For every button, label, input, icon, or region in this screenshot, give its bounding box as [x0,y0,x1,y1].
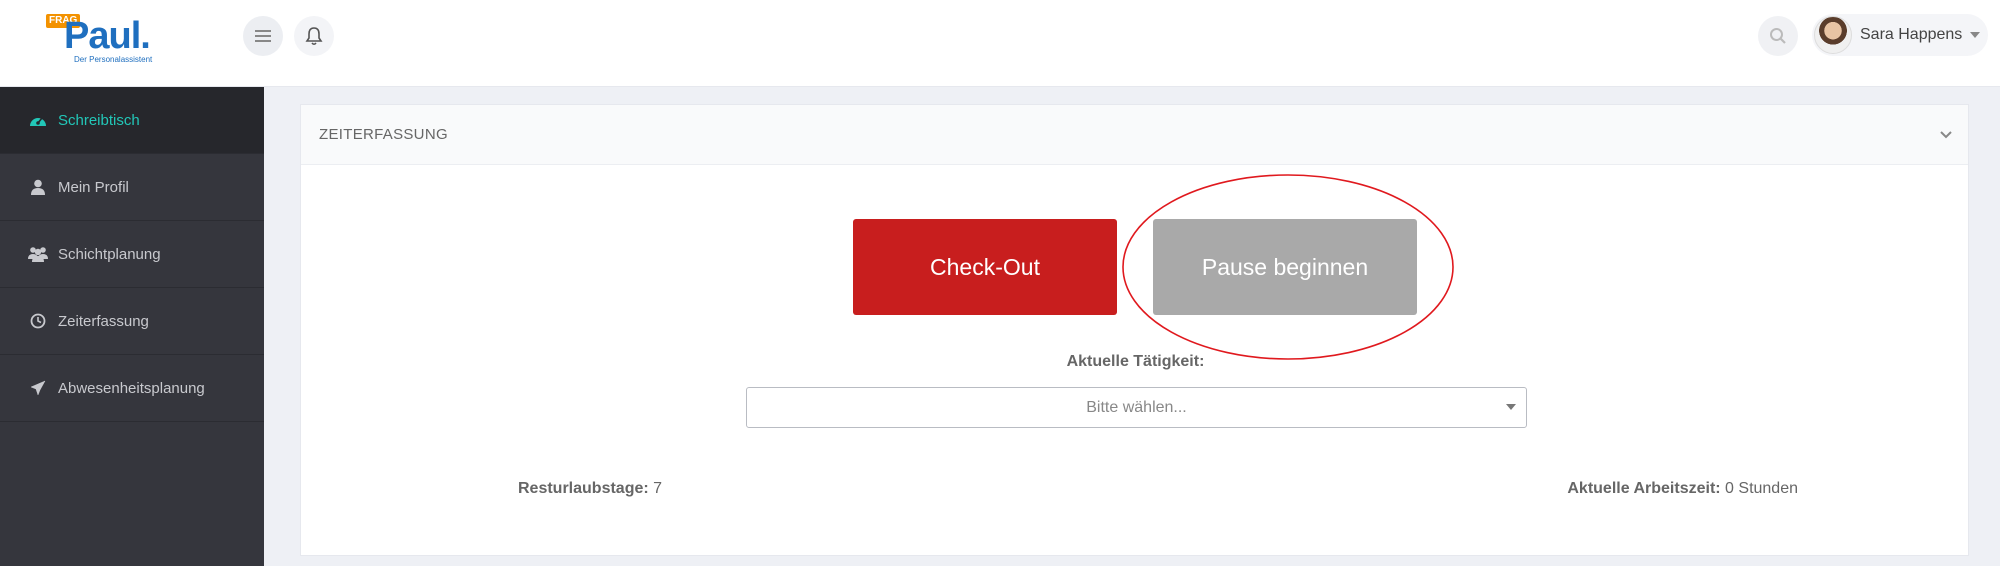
sidebar-item-label: Mein Profil [58,178,129,196]
hamburger-icon [255,30,271,42]
remaining-vacation-days: Resturlaubstage: 7 [518,480,662,498]
highlight-ring [1122,174,1454,360]
sidebar-item-label: Schichtplanung [58,245,161,263]
remaining-vacation-label: Resturlaubstage: [518,480,649,497]
activity-label: Aktuelle Tätigkeit: [1066,353,1205,370]
time-tracking-panel: ZEITERFASSUNG Check-Out Pause beginnen A… [300,104,1969,556]
activity-select[interactable]: Bitte wählen... [746,387,1527,428]
clock-icon [28,312,48,330]
sidebar-item-zeiterfassung[interactable]: Zeiterfassung [0,288,264,355]
app-logo[interactable]: FRAG Paul. Der Personalassistent [46,14,176,66]
user-menu[interactable]: Sara Happens [1812,14,1988,56]
sidebar: Schreibtisch Mein Profil Schichtplanung … [0,87,264,566]
activity-select-placeholder: Bitte wählen... [1086,398,1187,416]
search-icon [1770,28,1786,44]
logo-tagline: Der Personalassistent [74,55,153,64]
panel-header[interactable]: ZEITERFASSUNG [301,105,1968,165]
current-work-time-value: 0 Stunden [1725,480,1798,497]
avatar [1814,16,1852,54]
search-button[interactable] [1758,16,1798,56]
sidebar-item-abwesenheitsplanung[interactable]: Abwesenheitsplanung [0,355,264,422]
check-out-button[interactable]: Check-Out [853,219,1117,315]
chevron-down-icon[interactable] [1938,127,1954,143]
sidebar-item-label: Schreibtisch [58,111,140,129]
notifications-button[interactable] [294,16,334,56]
sidebar-item-schreibtisch[interactable]: Schreibtisch [0,87,264,154]
sidebar-item-mein-profil[interactable]: Mein Profil [0,154,264,221]
current-work-time-label: Aktuelle Arbeitszeit: [1567,480,1721,497]
plane-icon [28,379,48,397]
sidebar-item-label: Zeiterfassung [58,312,149,330]
remaining-vacation-value: 7 [653,480,663,497]
menu-toggle-button[interactable] [243,16,283,56]
sidebar-item-label: Abwesenheitsplanung [58,379,205,397]
user-icon [28,178,48,196]
dashboard-icon [28,111,48,129]
chevron-down-icon [1970,32,1981,38]
logo-wordmark: Paul. [64,15,151,57]
caret-down-icon [1506,404,1516,410]
users-icon [28,245,48,263]
panel-title: ZEITERFASSUNG [319,126,448,143]
user-name: Sara Happens [1860,26,1963,43]
bell-icon [305,27,323,46]
sidebar-item-schichtplanung[interactable]: Schichtplanung [0,221,264,288]
top-bar: FRAG Paul. Der Personalassistent Sara Ha… [0,0,2000,87]
current-work-time: Aktuelle Arbeitszeit: 0 Stunden [1567,480,1798,498]
